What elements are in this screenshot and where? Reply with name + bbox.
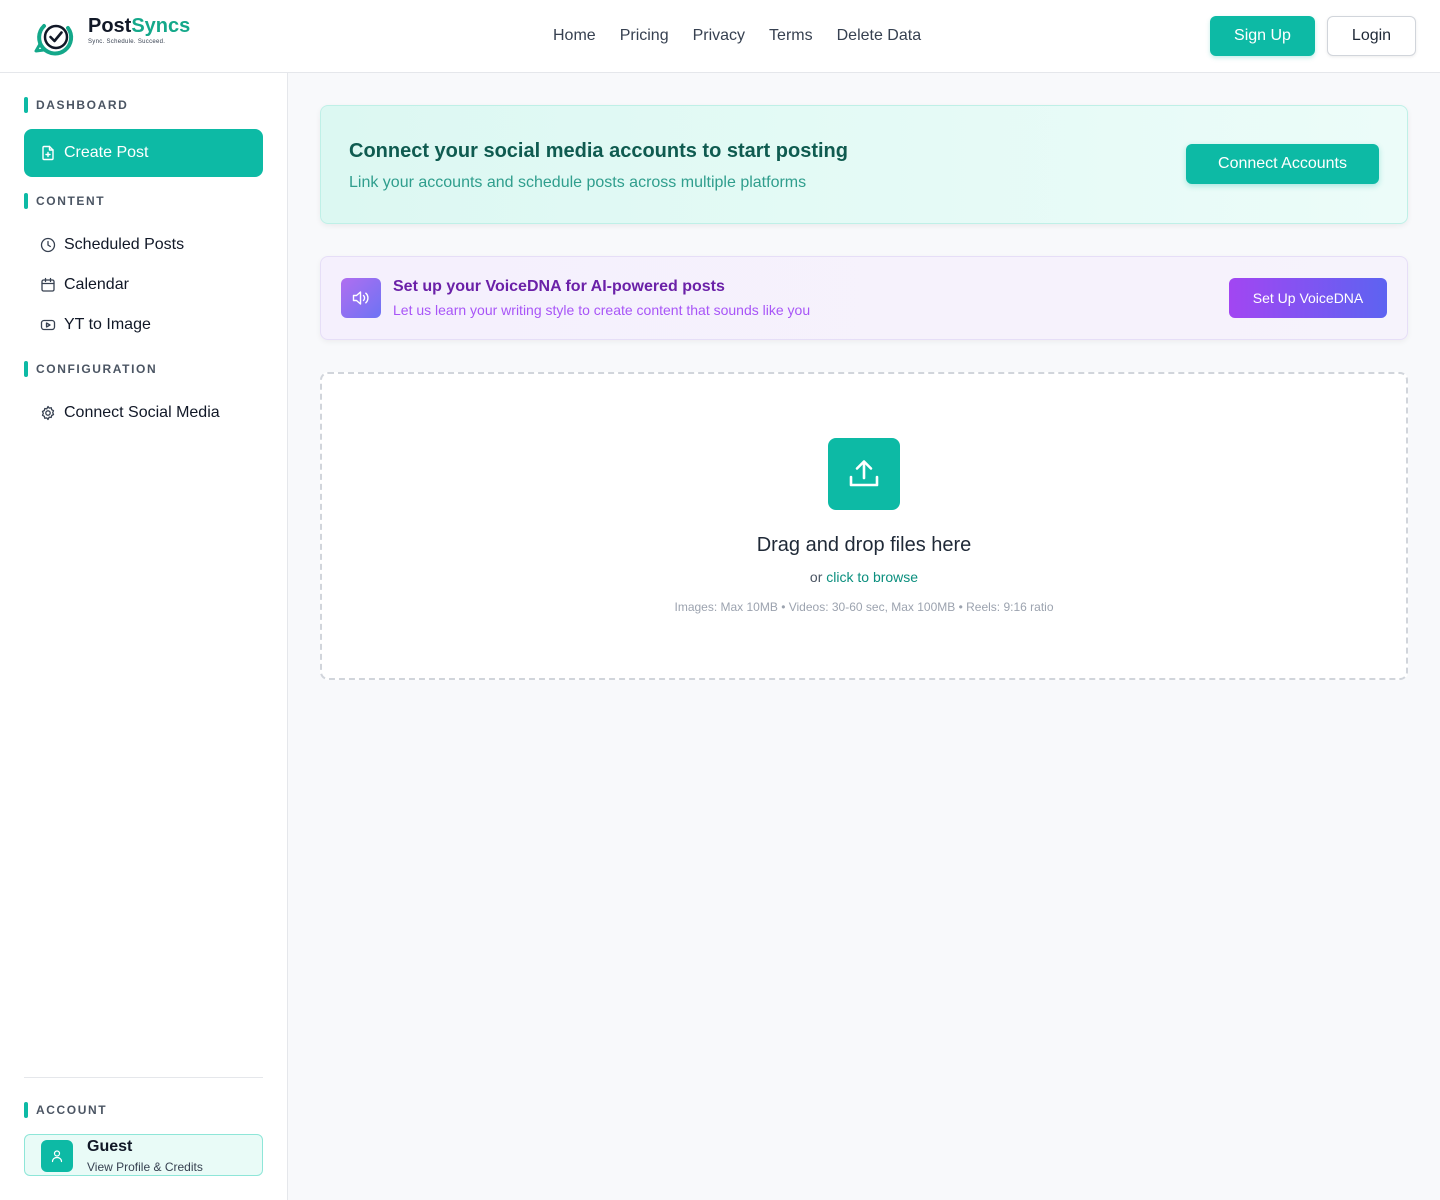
upload-icon-box[interactable] [828,438,900,510]
sidebar-item-yt-to-image[interactable]: YT to Image [24,305,263,345]
clock-icon [40,237,56,253]
sidebar-item-label: Scheduled Posts [64,236,185,253]
connect-banner-subtitle: Link your accounts and schedule posts ac… [349,174,807,191]
dropzone-hint: Images: Max 10MB • Videos: 30-60 sec, Ma… [674,600,1054,614]
sidebar-item-calendar[interactable]: Calendar [24,265,263,305]
sidebar-item-label: Calendar [64,276,129,293]
nav-pricing[interactable]: Pricing [620,25,669,47]
sidebar-divider [24,1077,263,1078]
voicedna-icon-box [341,278,381,318]
section-label-content: CONTENT [24,193,105,209]
nav-privacy[interactable]: Privacy [693,25,745,47]
section-label-account: ACCOUNT [24,1102,107,1118]
voicedna-subtitle: Let us learn your writing style to creat… [393,302,811,318]
brand-name: PostSyncs [88,15,191,37]
sidebar-item-create-post[interactable]: Create Post [24,129,263,177]
sign-up-button[interactable]: Sign Up [1210,16,1315,56]
sidebar-item-label: YT to Image [64,316,151,333]
section-label-dashboard: DASHBOARD [24,97,128,113]
nav-home[interactable]: Home [553,25,596,47]
dropzone-title: Drag and drop files here [756,534,972,556]
file-dropzone[interactable]: Drag and drop files here or click to bro… [320,372,1408,680]
connect-accounts-button[interactable]: Connect Accounts [1186,144,1379,184]
gear-icon [41,405,55,421]
account-name: Guest [87,1138,133,1155]
sidebar-item-label: Create Post [64,144,149,161]
main-nav: Home Pricing Privacy Terms Delete Data [553,25,945,47]
calendar-icon [41,277,55,292]
file-plus-icon [42,145,54,161]
login-button[interactable]: Login [1327,16,1416,56]
nav-delete-data[interactable]: Delete Data [837,25,922,47]
sidebar: DASHBOARD Create Post CONTENT Scheduled … [0,73,288,1200]
account-subtitle: View Profile & Credits [87,1160,203,1174]
dropzone-or-text: or [809,569,823,585]
account-card[interactable]: Guest View Profile & Credits [24,1134,263,1176]
brand-tagline: Sync. Schedule. Succeed. [88,39,166,45]
dropzone-subtitle: or click to browse [322,569,1406,585]
logo[interactable]: PostSyncs Sync. Schedule. Succeed. [32,14,202,60]
top-header: PostSyncs Sync. Schedule. Succeed. Home … [0,0,1440,73]
browse-link[interactable]: click to browse [826,569,918,585]
nav-terms[interactable]: Terms [769,25,813,47]
upload-icon [849,460,879,487]
voicedna-banner: Set up your VoiceDNA for AI-powered post… [320,256,1408,340]
youtube-icon [40,319,56,331]
sidebar-item-scheduled-posts[interactable]: Scheduled Posts [24,225,263,265]
connect-banner-title: Connect your social media accounts to st… [349,140,848,162]
logo-check-icon [34,24,74,56]
voicedna-title: Set up your VoiceDNA for AI-powered post… [393,278,725,295]
section-label-configuration: CONFIGURATION [24,361,157,377]
sidebar-item-connect-social-media[interactable]: Connect Social Media [24,393,263,433]
connect-accounts-banner: Connect your social media accounts to st… [320,105,1408,224]
sidebar-item-label: Connect Social Media [64,404,220,421]
avatar [41,1140,73,1172]
speaker-icon [352,291,369,305]
user-icon [51,1150,63,1163]
set-up-voicedna-button[interactable]: Set Up VoiceDNA [1229,278,1387,318]
